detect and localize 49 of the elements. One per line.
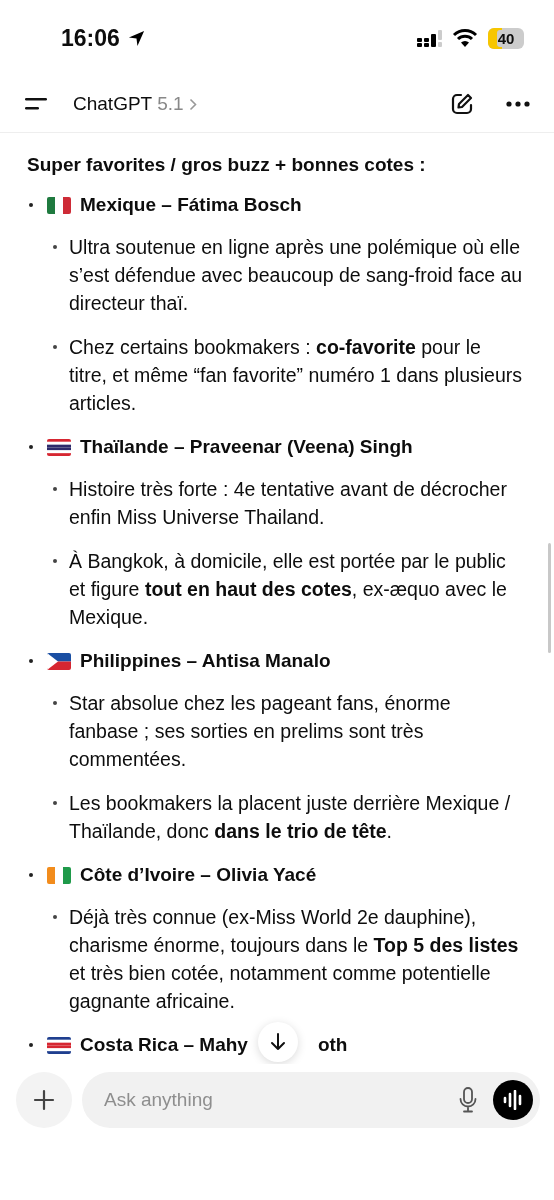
bullet-icon (53, 245, 57, 249)
microphone-icon[interactable] (459, 1087, 477, 1113)
down-arrow-icon[interactable] (268, 1032, 288, 1052)
item-heading: Thaïlande – Praveenar (Veena) Singh (80, 435, 413, 459)
section-heading: Super favorites / gros buzz + bonnes cotes : (27, 153, 427, 177)
bullet-icon (29, 445, 33, 449)
menu-icon[interactable] (25, 97, 49, 111)
bullet-icon (53, 915, 57, 919)
message-input[interactable]: Ask anything (102, 1088, 443, 1112)
battery-indicator: 40 (488, 27, 524, 49)
bullet-icon (53, 345, 57, 349)
bullet-text: À Bangkok, à domicile, elle est portée par le public et figure tout en haut des cotes, ex-æquo avec le Mexique. (69, 549, 508, 630)
item-heading: Philippines – Ahtisa Manalo (80, 649, 331, 673)
item-heading: Mexique – Fátima Bosch (80, 193, 302, 217)
voice-mode-button[interactable] (493, 1080, 533, 1120)
bullet-icon (29, 203, 33, 207)
scroll-down-button[interactable] (258, 1022, 298, 1062)
bullet-icon (53, 701, 57, 705)
bullet-text: Chez certains bookmakers : co-favorite pour le titre, et même “fan favorite” numéro 1 dans plusieurs articles. (69, 335, 524, 416)
bullet-icon (29, 1043, 33, 1047)
item-heading: Costa Rica – Mahy (80, 1033, 248, 1057)
bullet-icon (53, 559, 57, 563)
bullet-text: Star absolue chez les pageant fans, énorme fanbase ; ses sorties en prelims sont très commentées. (69, 691, 452, 772)
status-time: 16:06 (61, 24, 120, 52)
bullet-text: Histoire très forte : 4e tentative avant de décrocher enfin Miss Universe Thailand. (69, 477, 508, 530)
flag-icon (47, 438, 71, 456)
item-heading: Côte d’Ivoire – Olivia Yacé (80, 863, 317, 887)
item-heading: oth (317, 1033, 348, 1057)
wifi-icon (452, 28, 478, 48)
flag-icon (47, 1036, 71, 1054)
plus-icon[interactable] (33, 1089, 55, 1111)
bullet-icon (53, 487, 57, 491)
bullet-text: Les bookmakers la placent juste derrière Mexique / Thaïlande, donc dans le trio de tête. (69, 791, 512, 844)
bullet-text: Ultra soutenue en ligne après une polémique où elle s’est défendue avec beaucoup de sang-froid face au directeur thaï. (69, 235, 524, 316)
bullet-icon (53, 801, 57, 805)
waveform-icon[interactable] (502, 1090, 524, 1110)
bullet-icon (29, 873, 33, 877)
message-input-field[interactable]: Ask anything (82, 1072, 540, 1128)
chevron-right-icon[interactable] (188, 97, 197, 111)
more-options-icon[interactable] (506, 101, 530, 107)
flag-icon (47, 866, 71, 884)
flag-icon (47, 652, 71, 670)
location-arrow-icon (126, 28, 146, 48)
model-selector[interactable]: ChatGPT 5.1 (73, 93, 197, 115)
bullet-icon (29, 659, 33, 663)
flag-icon (47, 196, 71, 214)
bullet-text: Déjà très connue (ex-Miss World 2e dauphine), charisme énorme, toujours dans le Top 5 des listes et très bien cotée, notamment comme potentielle gagnante africaine. (69, 905, 520, 1014)
cellular-signal-icon (417, 28, 445, 48)
edit-icon[interactable] (450, 92, 474, 116)
